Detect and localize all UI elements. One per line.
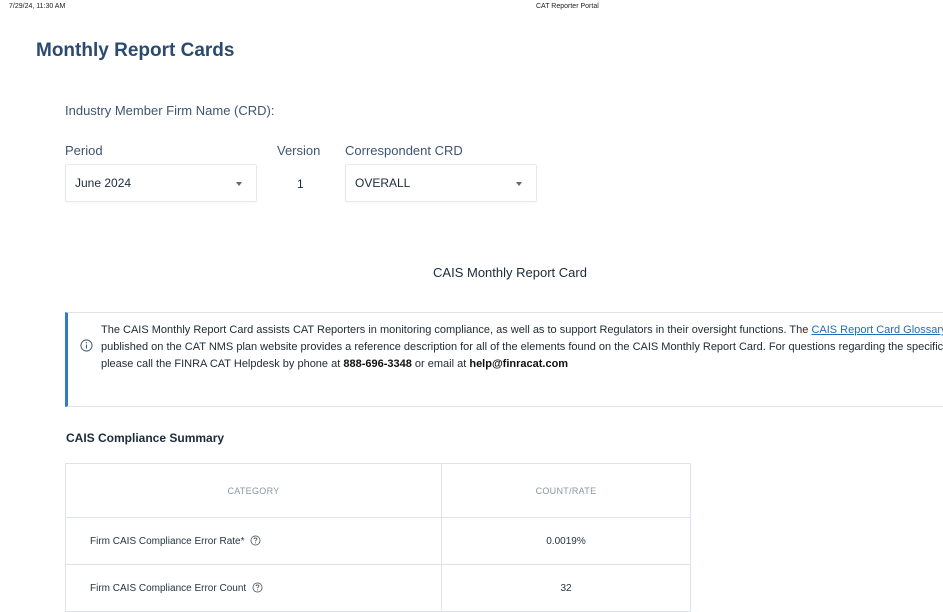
correspondent-crd-label: Correspondent CRD <box>345 143 463 158</box>
compliance-summary-title: CAIS Compliance Summary <box>66 431 225 445</box>
period-label: Period <box>65 143 103 158</box>
glossary-link[interactable]: CAIS Report Card Glossary <box>811 324 943 336</box>
info-callout: The CAIS Monthly Report Card assists CAT… <box>65 312 943 407</box>
category-cell: Firm CAIS Compliance Error Count <box>65 564 442 612</box>
info-text: The CAIS Monthly Report Card assists CAT… <box>101 322 943 373</box>
print-date: 7/29/24, 11:30 AM <box>9 3 66 10</box>
helpdesk-email: help@finracat.com <box>469 358 569 370</box>
helpdesk-phone: 888-696-3348 <box>343 358 412 370</box>
version-value: 1 <box>297 177 304 191</box>
category-label: Firm CAIS Compliance Error Rate* <box>90 536 245 547</box>
category-label: Firm CAIS Compliance Error Count <box>90 583 247 594</box>
table-row: Firm CAIS Compliance Error Rate* 0.0019% <box>65 517 691 565</box>
table-header-row: CATEGORY COUNT/RATE <box>65 463 691 518</box>
chevron-down-icon <box>516 182 522 186</box>
firm-name-label: Industry Member Firm Name (CRD): <box>65 103 275 118</box>
period-select[interactable]: June 2024 <box>65 164 257 202</box>
column-header-count-rate: COUNT/RATE <box>441 463 691 518</box>
count-rate-cell: 32 <box>441 564 691 612</box>
table-row: Firm CAIS Compliance Error Count 32 <box>65 564 691 612</box>
info-text-part-1: The CAIS Monthly Report Card assists CAT… <box>101 324 809 336</box>
period-select-value: June 2024 <box>75 176 132 190</box>
version-label: Version <box>277 143 321 158</box>
info-circle-icon <box>80 339 93 352</box>
category-cell: Firm CAIS Compliance Error Rate* <box>65 517 442 565</box>
page-title: Monthly Report Cards <box>36 40 235 61</box>
info-text-part-3: or email at <box>414 358 467 370</box>
column-header-category: CATEGORY <box>65 463 442 518</box>
question-circle-icon[interactable] <box>250 535 261 546</box>
correspondent-crd-select-value: OVERALL <box>355 176 411 190</box>
report-heading: CAIS Monthly Report Card <box>433 265 587 280</box>
correspondent-crd-select[interactable]: OVERALL <box>345 164 537 202</box>
count-rate-cell: 0.0019% <box>441 517 691 565</box>
compliance-summary-table: CATEGORY COUNT/RATE Firm CAIS Compliance… <box>65 463 691 612</box>
question-circle-icon[interactable] <box>252 582 263 593</box>
print-header: 7/29/24, 11:30 AM CAT Reporter Portal <box>9 3 943 15</box>
chevron-down-icon <box>236 182 242 186</box>
print-title: CAT Reporter Portal <box>536 3 599 10</box>
